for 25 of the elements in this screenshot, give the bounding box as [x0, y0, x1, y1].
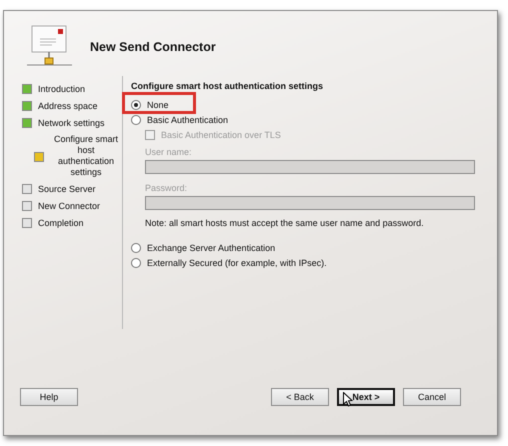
- step-label: Configure smart host authentication settings: [52, 134, 120, 178]
- radio-label: Exchange Server Authentication: [147, 242, 276, 252]
- field-label: Password:: [145, 183, 188, 193]
- help-button[interactable]: Help: [20, 388, 78, 406]
- radio-label: Basic Authentication: [147, 114, 228, 124]
- step-label: New Connector: [38, 200, 100, 212]
- step-label: Completion: [38, 217, 84, 229]
- checkbox-label: Basic Authentication over TLS: [161, 130, 281, 140]
- radio-button[interactable]: [131, 258, 141, 268]
- field-label: User name:: [145, 147, 192, 157]
- wizard-button[interactable]: Cancel: [403, 388, 461, 406]
- section-heading: Configure smart host authentication settings: [131, 81, 324, 91]
- window-title: New Send Connector: [90, 40, 216, 54]
- step-label: Introduction: [38, 83, 86, 95]
- wizard-button[interactable]: < Back: [271, 388, 329, 406]
- radio-label: Externally Secured (for example, with IPsec).: [147, 258, 327, 268]
- step-label: Address space: [38, 100, 98, 112]
- radio-button[interactable]: [131, 242, 141, 252]
- radio-button[interactable]: [131, 100, 141, 110]
- step-label: Network settings: [38, 117, 105, 129]
- note-text: Note: all smart hosts must accept the same user name and password.: [145, 218, 424, 228]
- radio-label: None: [147, 100, 169, 110]
- mouse-pointer-icon: [343, 392, 353, 407]
- radio-button[interactable]: [131, 114, 141, 124]
- step-label: Source Server: [38, 183, 96, 195]
